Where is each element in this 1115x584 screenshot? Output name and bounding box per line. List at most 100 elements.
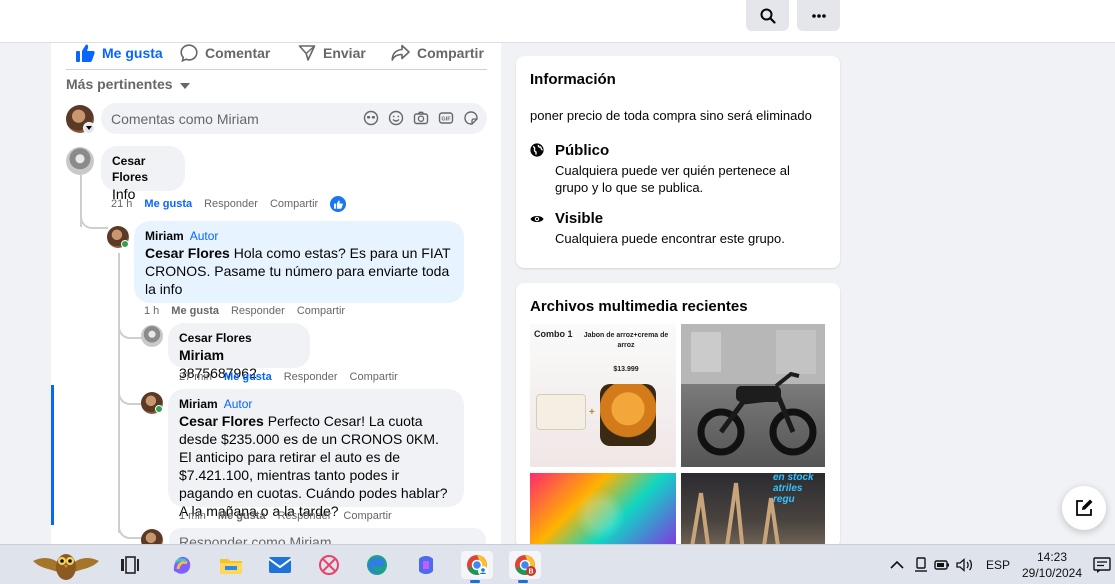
- chrome-profile-2-icon[interactable]: B: [509, 551, 541, 583]
- device-icon[interactable]: [914, 557, 928, 573]
- visibility-title: Visible: [555, 210, 604, 227]
- comment-sort-dropdown[interactable]: Más pertinentes: [66, 76, 191, 92]
- colorful-image: [570, 485, 630, 545]
- emoji-icon[interactable]: [388, 110, 404, 126]
- comment-like-link[interactable]: Me gusta: [218, 510, 266, 522]
- comment-reply-link[interactable]: Responder: [204, 198, 258, 210]
- like-label: Me gusta: [102, 45, 163, 61]
- comment-button[interactable]: Comentar: [180, 44, 270, 62]
- reply-input[interactable]: Responder como Miriam: [169, 528, 486, 544]
- reaction-like-icon[interactable]: [330, 196, 347, 212]
- media-thumbnail-colorful[interactable]: [530, 473, 676, 548]
- cream-jar-image: [600, 384, 656, 446]
- comment-input[interactable]: Comentas como Miriam GIF: [101, 103, 487, 134]
- globe-icon: [530, 143, 544, 157]
- share-button[interactable]: Compartir: [391, 44, 484, 62]
- comment-reply-link[interactable]: Responder: [284, 371, 338, 383]
- media-card: Archivos multimedia recientes Combo 1 Ja…: [516, 283, 840, 548]
- thumb-label-combo: Combo 1: [534, 329, 573, 339]
- volume-icon[interactable]: [956, 558, 974, 572]
- comment-share-link[interactable]: Compartir: [350, 371, 398, 383]
- copilot-icon[interactable]: [168, 551, 196, 579]
- share-label: Compartir: [417, 45, 484, 61]
- svg-text:GIF: GIF: [441, 116, 451, 122]
- profile-switch-icon[interactable]: [83, 122, 95, 134]
- comment-like-link[interactable]: Me gusta: [171, 305, 219, 317]
- send-button[interactable]: Enviar: [298, 44, 366, 62]
- mail-icon[interactable]: [266, 551, 294, 579]
- comment-time[interactable]: 27 min: [179, 371, 212, 383]
- new-message-button[interactable]: [1062, 486, 1106, 530]
- like-button[interactable]: Me gusta: [76, 44, 163, 62]
- reply-input-placeholder: Responder como Miriam: [179, 534, 332, 544]
- sticker-icon[interactable]: [463, 110, 479, 126]
- post-panel: Me gusta Comentar Enviar Compartir Más p…: [51, 43, 501, 544]
- comment-reply-link[interactable]: Responder: [231, 305, 285, 317]
- media-thumbnail-combo[interactable]: Combo 1 Jabon de arroz+crema de arroz $1…: [530, 324, 676, 467]
- chevron-up-icon[interactable]: [890, 560, 904, 570]
- info-card-title: Información: [530, 71, 616, 88]
- share-icon: [391, 44, 410, 61]
- sort-label: Más pertinentes: [66, 76, 173, 92]
- thread-connector: [118, 319, 142, 339]
- owl-widget-icon[interactable]: [30, 546, 102, 584]
- commenter-avatar[interactable]: [66, 147, 94, 175]
- current-user-avatar[interactable]: [141, 529, 163, 544]
- comment-share-link[interactable]: Compartir: [343, 510, 391, 522]
- comment-share-link[interactable]: Compartir: [270, 198, 318, 210]
- media-thumbnail-motorcycle[interactable]: [681, 324, 825, 467]
- comment-header: Miriam Autor: [179, 396, 453, 412]
- notifications-icon[interactable]: [1090, 551, 1114, 579]
- camera-icon[interactable]: [413, 110, 429, 126]
- more-options-button[interactable]: [797, 0, 840, 31]
- comment-author[interactable]: Cesar Flores: [179, 330, 299, 346]
- compose-tools: GIF: [363, 110, 479, 126]
- clock-date: 29/10/2024: [1021, 566, 1083, 580]
- search-button[interactable]: [746, 0, 789, 31]
- thumb-price: $13.999: [613, 366, 639, 373]
- commenter-avatar[interactable]: [141, 325, 163, 347]
- media-card-title: Archivos multimedia recientes: [530, 298, 748, 315]
- media-thumbnail-easels[interactable]: en stock atriles regu: [681, 473, 825, 548]
- comment-header: Miriam Autor: [145, 228, 453, 244]
- comment-mention[interactable]: Miriam: [179, 347, 224, 363]
- comment-time[interactable]: 1 min: [179, 510, 206, 522]
- comment-author[interactable]: Cesar Flores: [112, 153, 174, 185]
- comment-icon: [180, 44, 198, 62]
- comment-meta: 1 h Me gusta Responder Compartir: [144, 305, 345, 317]
- edge-icon[interactable]: [363, 551, 391, 579]
- comment-bubble: Cesar Flores Miriam 3875687962: [168, 323, 310, 381]
- privacy-public-title: Público: [555, 142, 610, 159]
- comment-author[interactable]: Miriam: [145, 229, 184, 243]
- comment-like-link[interactable]: Me gusta: [224, 371, 272, 383]
- comment-like-link[interactable]: Me gusta: [144, 198, 192, 210]
- send-label: Enviar: [323, 45, 366, 61]
- avatar-sticker-icon[interactable]: [363, 110, 379, 126]
- plus-sign: +: [589, 407, 595, 418]
- chrome-profile-1-icon[interactable]: [461, 551, 493, 583]
- comment-reply-link[interactable]: Responder: [278, 510, 332, 522]
- file-explorer-icon[interactable]: [217, 551, 245, 579]
- battery-icon[interactable]: [934, 558, 950, 572]
- author-badge: Autor: [189, 229, 219, 243]
- comment-author[interactable]: Miriam: [179, 397, 218, 411]
- visibility-text: Cualquiera puede encontrar este grupo.: [555, 231, 785, 246]
- task-view-icon[interactable]: [116, 551, 144, 579]
- edit-icon: [1076, 499, 1093, 516]
- comment-mention[interactable]: Cesar Flores: [179, 413, 264, 429]
- post-actions: Me gusta Comentar Enviar Compartir: [66, 43, 487, 70]
- comment-time[interactable]: 21 h: [111, 198, 132, 210]
- gif-icon[interactable]: GIF: [438, 110, 454, 126]
- clock[interactable]: 14:23 29/10/2024: [1016, 549, 1088, 581]
- comment-mention[interactable]: Cesar Flores: [145, 245, 230, 261]
- privacy-public-text: Cualquiera puede ver quién pertenece al …: [555, 163, 790, 195]
- input-language[interactable]: ESP: [986, 558, 1010, 572]
- comment-time[interactable]: 1 h: [144, 305, 159, 317]
- snipping-tool-icon[interactable]: [315, 551, 343, 579]
- comment-text-wrap: Cesar Flores Perfecto Cesar! La cuota de…: [179, 412, 453, 520]
- search-icon: [760, 8, 776, 24]
- soap-image: [536, 394, 586, 430]
- comment-share-link[interactable]: Compartir: [297, 305, 345, 317]
- copilot-app-icon[interactable]: [412, 551, 440, 579]
- comment-meta: 27 min Me gusta Responder Compartir: [179, 371, 398, 383]
